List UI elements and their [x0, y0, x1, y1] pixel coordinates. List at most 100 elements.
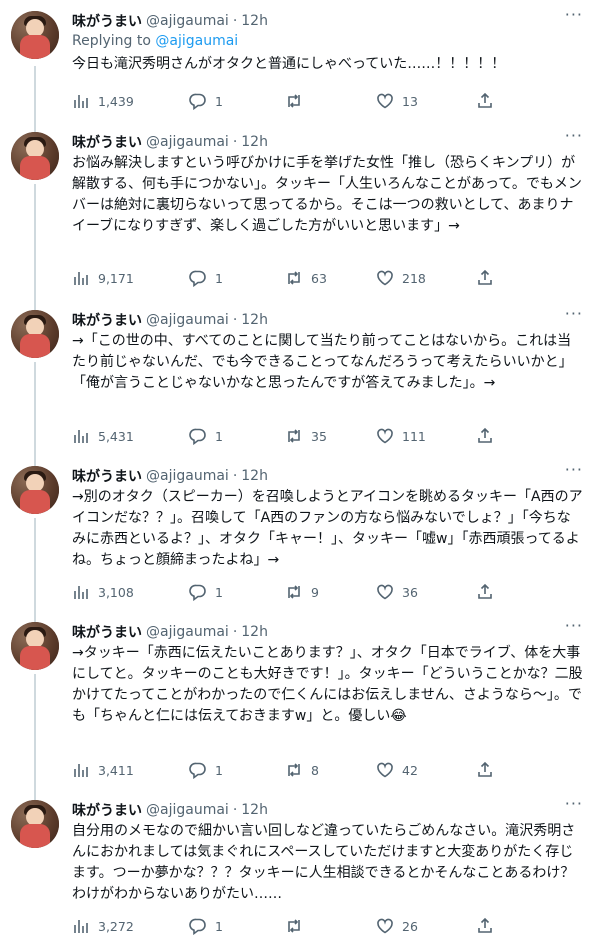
retweet-icon	[288, 585, 300, 599]
like-button[interactable]: 42	[376, 761, 418, 779]
share-button[interactable]	[476, 92, 494, 110]
share-button[interactable]	[476, 917, 494, 935]
replying-to-label: Replying to	[72, 33, 151, 49]
like-button[interactable]: 13	[376, 92, 418, 110]
like-button[interactable]: 111	[376, 427, 426, 445]
analytics-icon	[74, 764, 88, 777]
views-button[interactable]: 1,439	[72, 92, 134, 110]
avatar[interactable]	[11, 310, 59, 358]
avatar[interactable]	[11, 622, 59, 670]
retweet-button[interactable]: 63	[285, 269, 327, 287]
like-count: 42	[402, 762, 418, 778]
share-icon	[478, 761, 492, 777]
reply-button[interactable]: 1	[189, 761, 223, 779]
tweet[interactable]: ··· 味がうまい @ajigaumai · 12h Replying to @…	[0, 0, 593, 121]
tweet[interactable]: ··· 味がうまい @ajigaumai · 12h 自分用のメモなので細かい言…	[0, 789, 593, 952]
timestamp[interactable]: 12h	[241, 312, 268, 328]
reply-count: 1	[215, 918, 223, 934]
avatar[interactable]	[11, 466, 59, 514]
like-button[interactable]: 26	[376, 917, 418, 935]
views-count: 9,171	[98, 270, 134, 286]
reply-icon	[189, 918, 206, 935]
heart-icon	[377, 428, 393, 444]
share-button[interactable]	[476, 583, 494, 601]
reply-button[interactable]: 1	[189, 269, 223, 287]
heart-icon	[377, 93, 393, 109]
retweet-count: 8	[311, 762, 319, 778]
reply-button[interactable]: 1	[189, 427, 223, 445]
share-button[interactable]	[476, 427, 494, 445]
views-count: 3,108	[98, 584, 134, 600]
reply-button[interactable]: 1	[189, 583, 223, 601]
views-button[interactable]: 9,171	[72, 269, 134, 287]
timestamp[interactable]: 12h	[241, 134, 268, 150]
retweet-icon	[288, 94, 300, 108]
separator-dot: ·	[232, 624, 238, 640]
avatar[interactable]	[11, 11, 59, 59]
replying-to: Replying to @ajigaumai	[72, 33, 583, 53]
retweet-button[interactable]	[285, 92, 311, 110]
like-count: 26	[402, 918, 418, 934]
analytics-icon	[74, 920, 88, 933]
tweet-text: →「この世の中、すべてのことに関して当たり前ってことはないから。これは当たり前じ…	[72, 333, 573, 391]
views-count: 3,272	[98, 918, 134, 934]
user-handle[interactable]: @ajigaumai	[146, 312, 229, 328]
display-name[interactable]: 味がうまい	[72, 132, 142, 152]
views-button[interactable]: 5,431	[72, 427, 134, 445]
tweet-header: 味がうまい @ajigaumai · 12h	[72, 310, 583, 330]
display-name[interactable]: 味がうまい	[72, 11, 142, 31]
retweet-icon	[288, 919, 300, 933]
tweet[interactable]: ··· 味がうまい @ajigaumai · 12h →タッキー「赤西に伝えたい…	[0, 611, 593, 789]
analytics-icon	[74, 272, 88, 285]
like-button[interactable]: 218	[376, 269, 426, 287]
display-name[interactable]: 味がうまい	[72, 622, 142, 642]
avatar[interactable]	[11, 800, 59, 848]
separator-dot: ·	[232, 802, 238, 818]
analytics-icon	[74, 430, 88, 443]
reply-button[interactable]: 1	[189, 92, 223, 110]
like-count: 36	[402, 584, 418, 600]
share-button[interactable]	[476, 761, 494, 779]
views-count: 5,431	[98, 428, 134, 444]
retweet-button[interactable]: 8	[285, 761, 319, 779]
replying-to-handle[interactable]: @ajigaumai	[155, 33, 238, 49]
timestamp[interactable]: 12h	[241, 802, 268, 818]
views-count: 3,411	[98, 762, 134, 778]
display-name[interactable]: 味がうまい	[72, 800, 142, 820]
share-icon	[478, 269, 492, 285]
tweet[interactable]: ··· 味がうまい @ajigaumai · 12h →別のオタク（スピーカー）…	[0, 455, 593, 611]
reply-icon	[189, 762, 206, 779]
share-icon	[478, 92, 492, 108]
reply-icon	[189, 93, 206, 110]
display-name[interactable]: 味がうまい	[72, 310, 142, 330]
user-handle[interactable]: @ajigaumai	[146, 802, 229, 818]
retweet-button[interactable]	[285, 917, 311, 935]
views-button[interactable]: 3,411	[72, 761, 134, 779]
user-handle[interactable]: @ajigaumai	[146, 468, 229, 484]
retweet-icon	[288, 429, 300, 443]
tweet[interactable]: ··· 味がうまい @ajigaumai · 12h →「この世の中、すべてのこ…	[0, 299, 593, 455]
timestamp[interactable]: 12h	[241, 624, 268, 640]
separator-dot: ·	[232, 134, 238, 150]
like-count: 13	[402, 93, 418, 109]
like-count: 111	[402, 428, 426, 444]
timestamp[interactable]: 12h	[241, 13, 268, 29]
share-button[interactable]	[476, 269, 494, 287]
reply-button[interactable]: 1	[189, 917, 223, 935]
tweet-text: →別のオタク（スピーカー）を召喚しようとアイコンを眺めるタッキー「A西のアイコン…	[72, 489, 583, 568]
tweet-text: 今日も滝沢秀明さんがオタクと普通にしゃべっていた……！！！！！	[72, 56, 506, 72]
retweet-button[interactable]: 9	[285, 583, 319, 601]
reply-count: 1	[215, 270, 223, 286]
share-icon	[478, 583, 492, 599]
user-handle[interactable]: @ajigaumai	[146, 624, 229, 640]
timestamp[interactable]: 12h	[241, 468, 268, 484]
display-name[interactable]: 味がうまい	[72, 466, 142, 486]
views-button[interactable]: 3,108	[72, 583, 134, 601]
like-button[interactable]: 36	[376, 583, 418, 601]
views-button[interactable]: 3,272	[72, 917, 134, 935]
tweet[interactable]: ··· 味がうまい @ajigaumai · 12h お悩み解決しますという呼び…	[0, 121, 593, 299]
user-handle[interactable]: @ajigaumai	[146, 13, 229, 29]
retweet-button[interactable]: 35	[285, 427, 327, 445]
user-handle[interactable]: @ajigaumai	[146, 134, 229, 150]
avatar[interactable]	[11, 132, 59, 180]
